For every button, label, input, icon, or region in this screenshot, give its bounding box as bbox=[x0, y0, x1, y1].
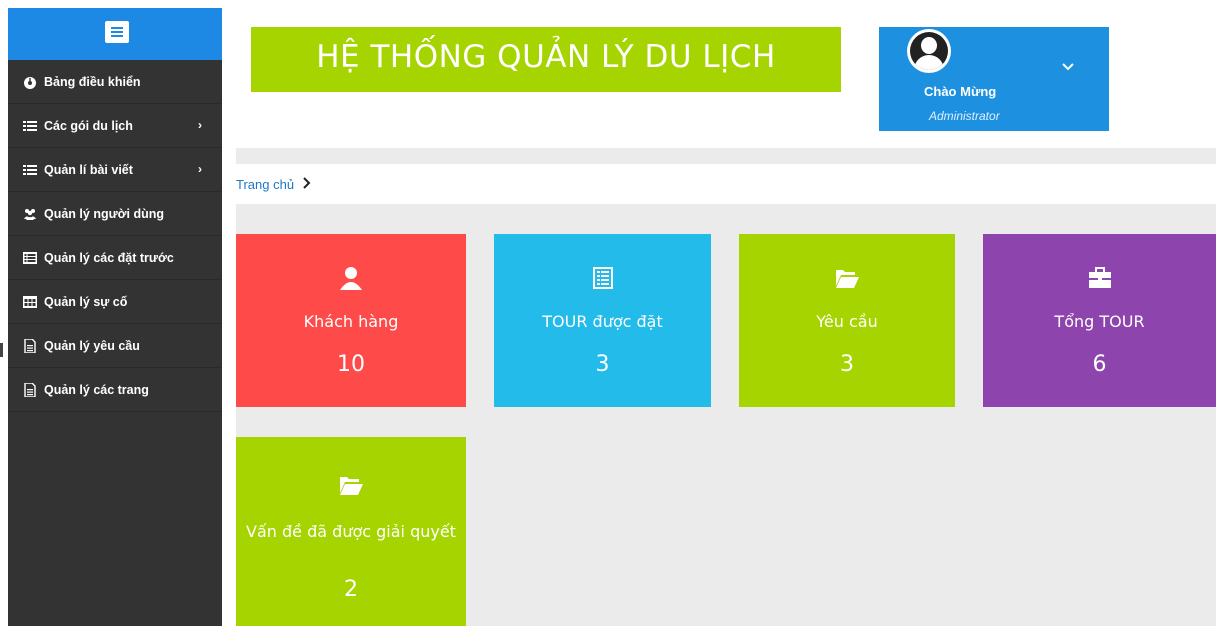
stat-value: 6 bbox=[1092, 352, 1107, 377]
stat-value: 10 bbox=[337, 352, 365, 377]
page-title: HỆ THỐNG QUẢN LÝ DU LỊCH bbox=[251, 27, 841, 92]
sidebar-item-issues[interactable]: Quản lý sự cố bbox=[8, 280, 222, 324]
folder-open-icon bbox=[835, 266, 859, 290]
sidebar-item-tour-packages[interactable]: Các gói du lịch › bbox=[8, 104, 222, 148]
sidebar-item-posts[interactable]: Quản lí bài viết › bbox=[8, 148, 222, 192]
file-icon bbox=[23, 337, 37, 354]
window-edge-marker bbox=[0, 343, 3, 357]
main-content: HỆ THỐNG QUẢN LÝ DU LỊCH Chào Mừng Admin… bbox=[236, 8, 1216, 626]
stat-card-total-tours[interactable]: Tổng TOUR 6 bbox=[983, 234, 1216, 407]
user-role: Administrator bbox=[929, 109, 1000, 123]
stat-label: Tổng TOUR bbox=[1054, 312, 1145, 331]
sidebar-header bbox=[8, 8, 222, 60]
avatar bbox=[907, 29, 951, 73]
stat-label: Vấn đề đã được giải quyết bbox=[246, 522, 456, 541]
sidebar-item-requests[interactable]: Quản lý yêu cầu bbox=[8, 324, 222, 368]
list-box-icon bbox=[591, 266, 615, 290]
stat-card-customers[interactable]: Khách hàng 10 bbox=[236, 234, 466, 407]
list-icon bbox=[23, 163, 37, 177]
chevron-right-icon bbox=[302, 176, 312, 192]
sidebar-item-pages[interactable]: Quản lý các trang bbox=[8, 368, 222, 412]
stat-card-booked-tours[interactable]: TOUR được đặt 3 bbox=[494, 234, 711, 407]
stat-label: Yêu cầu bbox=[816, 312, 878, 331]
window-top-edge bbox=[0, 0, 1216, 8]
sidebar-menu: Bảng điều khiển Các gói du lịch › Quản l… bbox=[8, 60, 222, 412]
chevron-right-icon: › bbox=[198, 118, 202, 132]
sidebar-item-label: Bảng điều khiển bbox=[44, 74, 141, 89]
stat-label: Khách hàng bbox=[303, 312, 399, 331]
chevron-right-icon: › bbox=[198, 162, 202, 176]
chevron-down-icon[interactable] bbox=[1061, 59, 1075, 75]
user-icon bbox=[339, 266, 363, 290]
briefcase-icon bbox=[1088, 266, 1112, 290]
folder-open-icon bbox=[339, 473, 363, 497]
users-icon bbox=[23, 207, 37, 221]
list-icon bbox=[23, 119, 37, 133]
stat-value: 3 bbox=[840, 352, 854, 377]
user-greeting: Chào Mừng bbox=[924, 84, 997, 99]
sidebar: Bảng điều khiển Các gói du lịch › Quản l… bbox=[8, 8, 222, 626]
stat-label: TOUR được đặt bbox=[542, 312, 663, 331]
page-header: HỆ THỐNG QUẢN LÝ DU LỊCH Chào Mừng Admin… bbox=[236, 8, 1216, 148]
menu-toggle-icon[interactable] bbox=[105, 21, 129, 43]
dashboard-icon bbox=[23, 75, 37, 89]
sidebar-item-label: Quản lý các đặt trước bbox=[44, 250, 174, 265]
sidebar-item-users[interactable]: Quản lý người dùng bbox=[8, 192, 222, 236]
sidebar-item-label: Quản lý người dùng bbox=[44, 206, 165, 221]
sidebar-item-label: Quản lí bài viết bbox=[44, 162, 133, 177]
sidebar-item-bookings[interactable]: Quản lý các đặt trước bbox=[8, 236, 222, 280]
sidebar-item-label: Các gói du lịch bbox=[44, 118, 133, 133]
table-icon bbox=[23, 295, 37, 309]
stat-card-resolved-issues[interactable]: Vấn đề đã được giải quyết 2 bbox=[236, 437, 466, 626]
breadcrumb-home-link[interactable]: Trang chủ bbox=[236, 177, 294, 192]
stat-value: 2 bbox=[344, 577, 358, 602]
sidebar-item-dashboard[interactable]: Bảng điều khiển bbox=[8, 60, 222, 104]
list-alt-icon bbox=[23, 251, 37, 265]
sidebar-item-label: Quản lý yêu cầu bbox=[44, 338, 140, 353]
user-menu[interactable]: Chào Mừng Administrator bbox=[879, 27, 1109, 131]
file-icon bbox=[23, 381, 37, 398]
breadcrumb: Trang chủ bbox=[236, 164, 1216, 204]
stat-value: 3 bbox=[595, 352, 610, 377]
sidebar-item-label: Quản lý sự cố bbox=[44, 294, 128, 309]
sidebar-item-label: Quản lý các trang bbox=[44, 382, 149, 397]
stat-card-requests[interactable]: Yêu cầu 3 bbox=[739, 234, 955, 407]
